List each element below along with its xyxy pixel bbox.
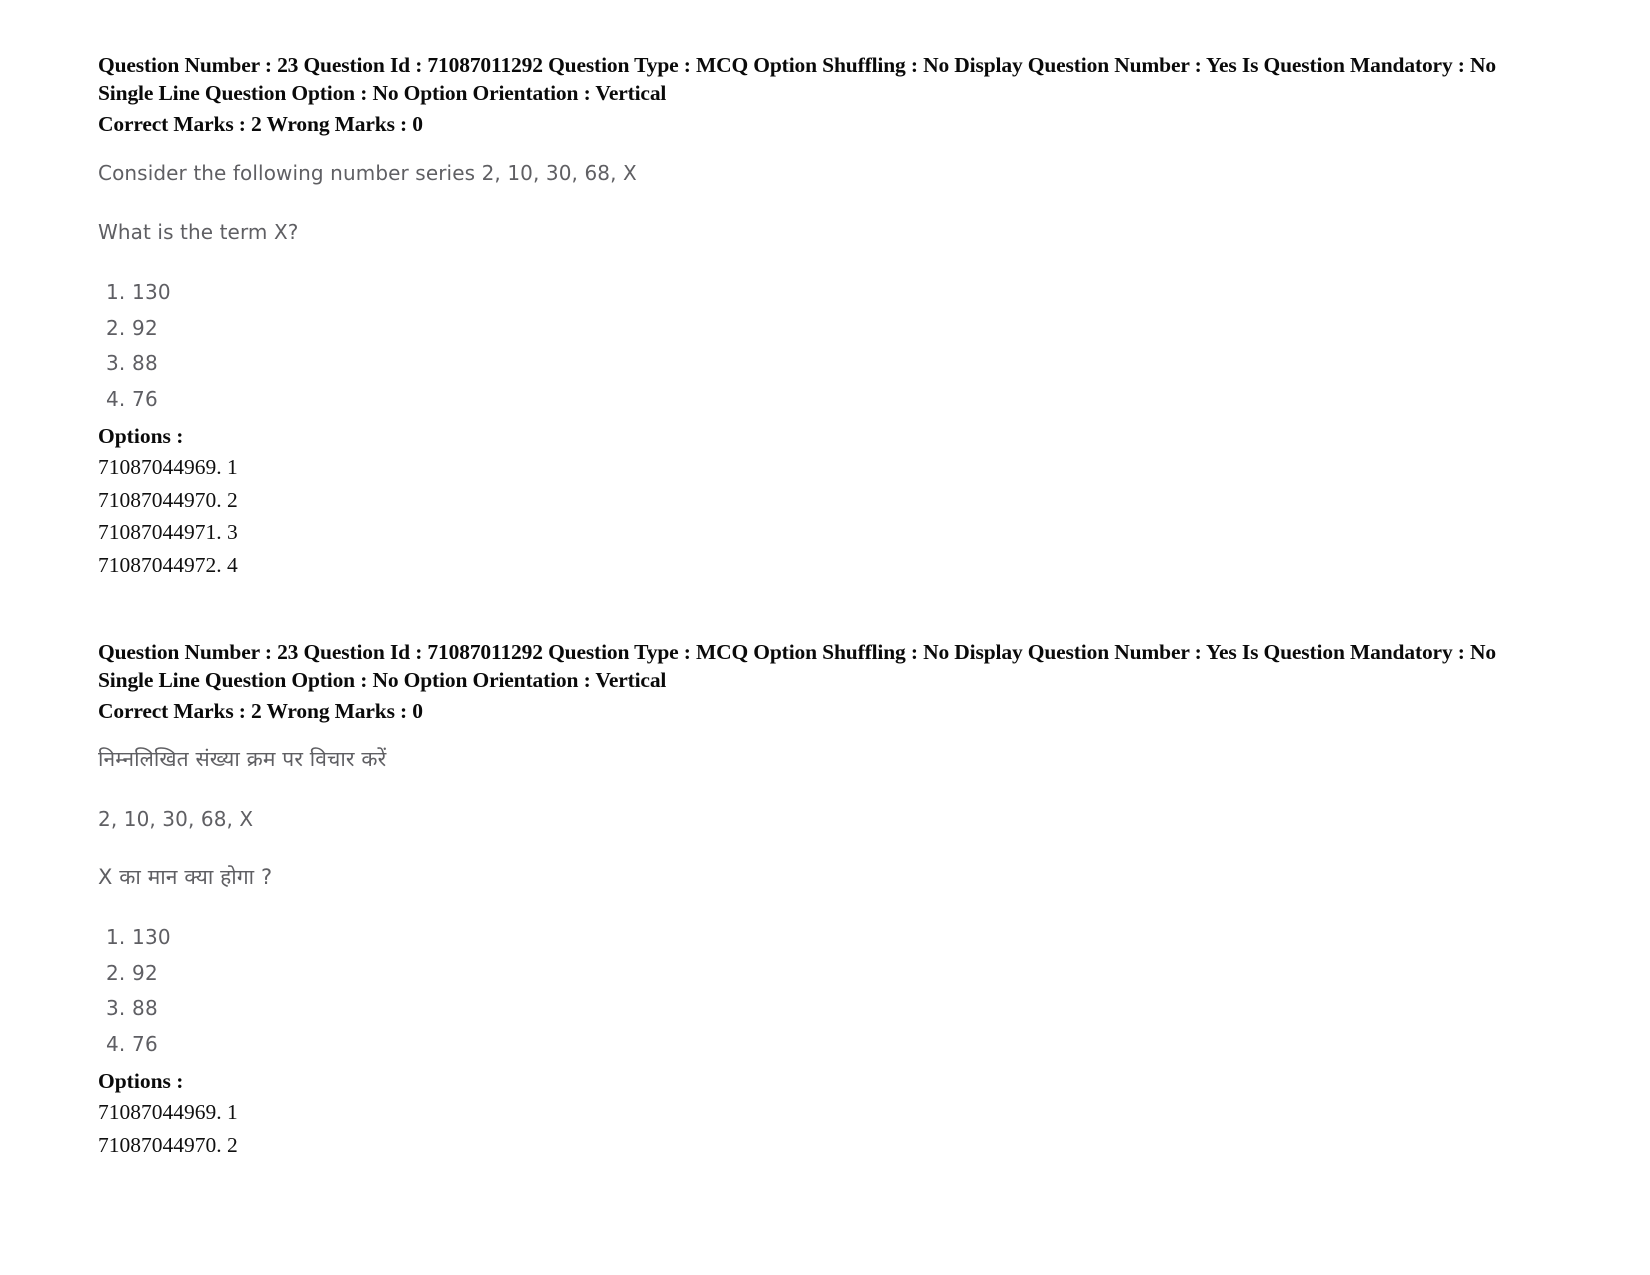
choice-item[interactable]: 2. 92 <box>106 956 1528 992</box>
option-id-list: 71087044969. 1 71087044970. 2 <box>98 1096 1528 1161</box>
question-marks-line: Correct Marks : 2 Wrong Marks : 0 <box>98 699 423 723</box>
question-meta-header: Question Number : 23 Question Id : 71087… <box>98 52 1528 107</box>
option-id-list: 71087044969. 1 71087044970. 2 7108704497… <box>98 451 1528 581</box>
question-meta-line: Question Number : 23 Question Id : 71087… <box>98 53 1496 105</box>
page-content: Question Number : 23 Question Id : 71087… <box>98 52 1528 1161</box>
choice-list: 1. 130 2. 92 3. 88 4. 76 <box>106 275 1528 417</box>
option-id-item: 71087044972. 4 <box>98 552 238 577</box>
question-block-english: Question Number : 23 Question Id : 71087… <box>98 52 1528 581</box>
choice-item[interactable]: 4. 76 <box>106 382 1528 418</box>
choice-item[interactable]: 3. 88 <box>106 991 1528 1027</box>
question-stem: Consider the following number series 2, … <box>98 161 637 185</box>
question-stem: निम्नलिखित संख्या क्रम पर विचार करें <box>98 747 387 771</box>
choice-item[interactable]: 1. 130 <box>106 920 1528 956</box>
question-block-hindi: Question Number : 23 Question Id : 71087… <box>98 639 1528 1161</box>
question-meta-line: Question Number : 23 Question Id : 71087… <box>98 640 1496 692</box>
document-page: Question Number : 23 Question Id : 71087… <box>0 0 1650 1275</box>
choice-item[interactable]: 3. 88 <box>106 346 1528 382</box>
section-divider-space <box>98 581 1528 639</box>
option-id-item: 71087044970. 2 <box>98 1132 238 1157</box>
options-label: Options : <box>98 1069 184 1093</box>
choice-item[interactable]: 1. 130 <box>106 275 1528 311</box>
choice-item[interactable]: 2. 92 <box>106 311 1528 347</box>
choice-list: 1. 130 2. 92 3. 88 4. 76 <box>106 920 1528 1062</box>
question-ask: X का मान क्या होगा ? <box>98 865 273 889</box>
question-meta-header: Question Number : 23 Question Id : 71087… <box>98 639 1528 694</box>
question-series: 2, 10, 30, 68, X <box>98 807 254 831</box>
question-ask: What is the term X? <box>98 220 299 244</box>
option-id-item: 71087044970. 2 <box>98 487 238 512</box>
question-marks-line: Correct Marks : 2 Wrong Marks : 0 <box>98 112 423 136</box>
option-id-item: 71087044969. 1 <box>98 1100 238 1124</box>
choice-item[interactable]: 4. 76 <box>106 1027 1528 1063</box>
options-label: Options : <box>98 424 184 448</box>
option-id-item: 71087044971. 3 <box>98 520 238 544</box>
option-id-item: 71087044969. 1 <box>98 455 238 479</box>
